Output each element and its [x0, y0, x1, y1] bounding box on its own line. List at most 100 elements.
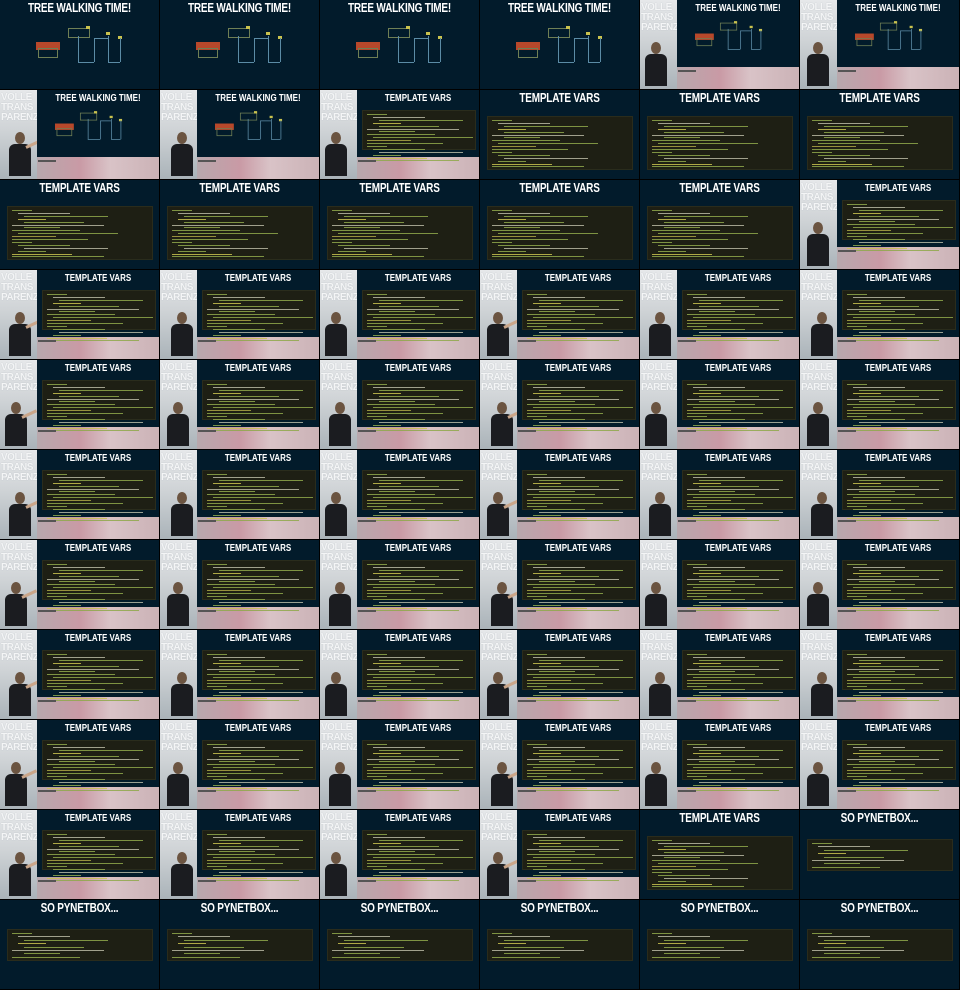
code-line [178, 943, 206, 945]
code-line [658, 154, 710, 156]
code-line [47, 668, 139, 670]
projected-slide: TEMPLATE VARS [837, 450, 959, 522]
code-line [687, 314, 755, 316]
speaker-panel: VOLLE TRANS PARENZ [0, 360, 39, 449]
code-line [699, 401, 735, 403]
code-line [47, 320, 91, 322]
code-line [367, 294, 387, 295]
code-line [379, 671, 415, 673]
speaker-figure [642, 580, 670, 629]
speaker-panel: VOLLE TRANS PARENZ [0, 90, 42, 179]
code-line [53, 476, 105, 478]
slide-thumbnail: VOLLE TRANS PARENZ TEMPLATE VARS [320, 540, 480, 630]
slide-thumbnail: VOLLE TRANS PARENZ TEMPLATE VARS [160, 540, 320, 630]
code-line [332, 236, 376, 238]
code-line [687, 680, 731, 682]
code-line [213, 688, 265, 690]
code-line [847, 758, 939, 760]
slide-title: TEMPLATE VARS [864, 272, 932, 284]
speaker-figure [484, 310, 520, 359]
code-line [373, 694, 401, 696]
code-line [59, 871, 143, 873]
code-block [807, 929, 953, 961]
code-line [699, 601, 783, 603]
speaker-figure [326, 580, 354, 629]
tree-part [280, 38, 281, 62]
slide-title: TEMPLATE VARS [704, 362, 772, 374]
code-line [379, 839, 463, 841]
code-line [24, 939, 108, 941]
code-line [207, 325, 227, 327]
code-line [219, 691, 303, 693]
slide-thumbnail: SO PYNETBOX... [480, 900, 640, 990]
code-line [53, 836, 105, 838]
projected-slide: TEMPLATE VARS [517, 810, 639, 882]
speaker-body [811, 684, 833, 716]
tree-diagram [356, 22, 446, 66]
code-line [47, 834, 67, 835]
code-line [213, 514, 241, 516]
code-line [47, 578, 139, 580]
code-line [338, 244, 390, 246]
code-line [373, 842, 401, 844]
tree-part [388, 28, 410, 38]
code-line [693, 508, 745, 510]
code-line [47, 503, 123, 504]
code-line [687, 564, 707, 565]
tree-part [56, 128, 73, 137]
code-line [658, 122, 710, 124]
code-line [213, 662, 241, 664]
code-line [687, 517, 747, 519]
event-logo-line: PARENZ [1, 562, 39, 573]
stage-label [38, 610, 56, 612]
code-line [47, 325, 67, 327]
code-line [207, 314, 275, 316]
code-line [373, 868, 425, 870]
code-line [693, 296, 745, 298]
code-line [47, 427, 107, 429]
code-line [527, 758, 619, 760]
code-line [24, 953, 60, 955]
event-logo: VOLLE TRANS PARENZ [321, 723, 359, 753]
tree-part [727, 28, 729, 50]
code-line [664, 215, 748, 217]
code-line [367, 770, 411, 772]
tree-node [426, 32, 430, 35]
stage-label [838, 340, 856, 342]
speaker-panel: VOLLE TRANS PARENZ [0, 540, 39, 629]
code-line [213, 836, 265, 838]
code-line [664, 227, 700, 229]
code-line [12, 239, 88, 240]
speaker-figure [2, 400, 38, 449]
code-line [59, 389, 143, 391]
code-line [344, 939, 428, 941]
code-line [207, 877, 267, 879]
slide-thumbnail: VOLLE TRANS PARENZ TEMPLATE VARS [800, 270, 960, 360]
slide-thumbnail: VOLLE TRANS PARENZ TEMPLATE VARS [800, 630, 960, 720]
code-line [373, 767, 473, 769]
code-line [172, 239, 248, 240]
code-line [527, 415, 547, 417]
code-line [527, 314, 595, 316]
code-line [504, 215, 588, 217]
code-line [379, 511, 463, 513]
stage-label [518, 700, 536, 702]
tree-part [100, 120, 112, 122]
code-line [367, 607, 427, 609]
code-line [527, 308, 619, 310]
slide-title: TEMPLATE VARS [544, 632, 612, 644]
code-line [178, 218, 206, 220]
code-line [539, 311, 575, 313]
tree-part [600, 38, 601, 62]
code-block [362, 560, 476, 612]
speaker-body [487, 864, 509, 896]
code-line [53, 767, 153, 769]
code-line [533, 302, 561, 304]
code-line [652, 120, 672, 121]
code-line [379, 569, 463, 571]
tree-part [911, 28, 912, 50]
tree-part [111, 139, 121, 140]
code-line [47, 700, 139, 702]
slide-thumbnail: VOLLE TRANS PARENZ TEMPLATE VARS [800, 450, 960, 540]
code-line [47, 413, 123, 414]
